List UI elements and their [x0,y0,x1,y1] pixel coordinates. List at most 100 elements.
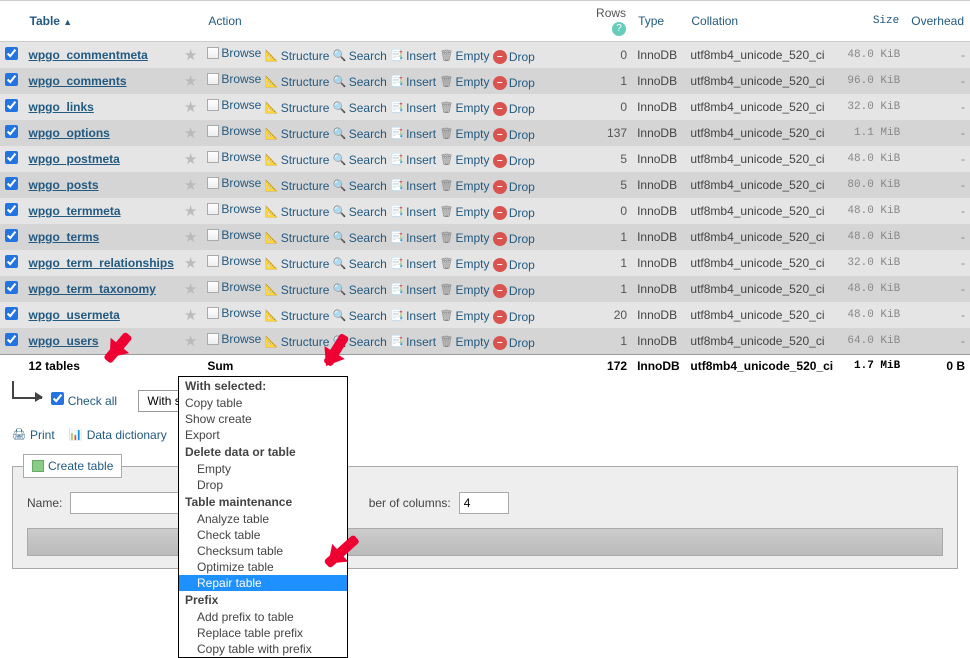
empty-action[interactable]: Empty [439,231,489,245]
browse-action[interactable]: Browse [207,124,261,138]
dropdown-replace-prefix[interactable]: Replace table prefix [179,625,347,641]
favorite-star-icon[interactable]: ★ [184,73,197,90]
drop-action[interactable]: Drop [493,76,535,90]
insert-action[interactable]: Insert [390,231,436,245]
header-size[interactable]: Size [841,1,905,42]
dropdown-empty[interactable]: Empty [179,461,347,477]
dropdown-copy-table[interactable]: Copy table [179,395,347,411]
table-name-link[interactable]: wpgo_postmeta [29,152,120,166]
structure-action[interactable]: Structure [265,179,330,193]
structure-action[interactable]: Structure [265,153,330,167]
structure-action[interactable]: Structure [265,49,330,63]
drop-action[interactable]: Drop [493,310,535,324]
row-checkbox[interactable] [5,73,18,86]
drop-action[interactable]: Drop [493,180,535,194]
dropdown-drop[interactable]: Drop [179,477,347,493]
insert-action[interactable]: Insert [390,49,436,63]
structure-action[interactable]: Structure [265,257,330,271]
table-name-link[interactable]: wpgo_users [29,334,99,348]
table-name-link[interactable]: wpgo_usermeta [29,308,120,322]
empty-action[interactable]: Empty [439,127,489,141]
drop-action[interactable]: Drop [493,232,535,246]
empty-action[interactable]: Empty [439,101,489,115]
browse-action[interactable]: Browse [207,150,261,164]
insert-action[interactable]: Insert [390,75,436,89]
insert-action[interactable]: Insert [390,283,436,297]
empty-action[interactable]: Empty [439,283,489,297]
favorite-star-icon[interactable]: ★ [184,281,197,298]
insert-action[interactable]: Insert [390,101,436,115]
dropdown-optimize[interactable]: Optimize table [179,559,347,575]
empty-action[interactable]: Empty [439,49,489,63]
create-table-legend[interactable]: Create table [23,454,122,478]
header-collation[interactable]: Collation [685,1,840,42]
search-action[interactable]: Search [333,309,387,323]
browse-action[interactable]: Browse [207,254,261,268]
empty-action[interactable]: Empty [439,153,489,167]
insert-action[interactable]: Insert [390,205,436,219]
favorite-star-icon[interactable]: ★ [184,99,197,116]
structure-action[interactable]: Structure [265,309,330,323]
row-checkbox[interactable] [5,333,18,346]
dropdown-add-prefix[interactable]: Add prefix to table [179,609,347,625]
insert-action[interactable]: Insert [390,257,436,271]
search-action[interactable]: Search [333,257,387,271]
browse-action[interactable]: Browse [207,46,261,60]
table-name-link[interactable]: wpgo_links [29,100,94,114]
row-checkbox[interactable] [5,229,18,242]
search-action[interactable]: Search [333,283,387,297]
search-action[interactable]: Search [333,49,387,63]
help-icon[interactable]: ? [612,22,626,36]
favorite-star-icon[interactable]: ★ [184,255,197,272]
structure-action[interactable]: Structure [265,335,330,349]
empty-action[interactable]: Empty [439,75,489,89]
insert-action[interactable]: Insert [390,127,436,141]
favorite-star-icon[interactable]: ★ [184,229,197,246]
favorite-star-icon[interactable]: ★ [184,125,197,142]
empty-action[interactable]: Empty [439,335,489,349]
favorite-star-icon[interactable]: ★ [184,307,197,324]
header-rows[interactable]: Rows? [583,1,632,42]
structure-action[interactable]: Structure [265,127,330,141]
search-action[interactable]: Search [333,101,387,115]
row-checkbox[interactable] [5,99,18,112]
table-name-link[interactable]: wpgo_terms [29,230,100,244]
structure-action[interactable]: Structure [265,205,330,219]
search-action[interactable]: Search [333,75,387,89]
search-action[interactable]: Search [333,335,387,349]
dropdown-repair[interactable]: Repair table [179,575,347,591]
browse-action[interactable]: Browse [207,306,261,320]
drop-action[interactable]: Drop [493,284,535,298]
row-checkbox[interactable] [5,177,18,190]
header-type[interactable]: Type [632,1,685,42]
search-action[interactable]: Search [333,179,387,193]
print-link[interactable]: Print [12,428,55,442]
table-name-link[interactable]: wpgo_termmeta [29,204,121,218]
search-action[interactable]: Search [333,205,387,219]
drop-action[interactable]: Drop [493,154,535,168]
insert-action[interactable]: Insert [390,179,436,193]
name-input[interactable] [70,492,185,514]
header-table[interactable]: Table ▲ [24,1,179,42]
favorite-star-icon[interactable]: ★ [184,177,197,194]
empty-action[interactable]: Empty [439,309,489,323]
drop-action[interactable]: Drop [493,258,535,272]
browse-action[interactable]: Browse [207,72,261,86]
search-action[interactable]: Search [333,153,387,167]
structure-action[interactable]: Structure [265,101,330,115]
empty-action[interactable]: Empty [439,179,489,193]
browse-action[interactable]: Browse [207,332,261,346]
dropdown-checksum[interactable]: Checksum table [179,543,347,559]
favorite-star-icon[interactable]: ★ [184,203,197,220]
drop-action[interactable]: Drop [493,206,535,220]
table-name-link[interactable]: wpgo_term_relationships [29,256,174,270]
search-action[interactable]: Search [333,231,387,245]
browse-action[interactable]: Browse [207,176,261,190]
check-all-checkbox[interactable] [51,392,64,405]
browse-action[interactable]: Browse [207,202,261,216]
row-checkbox[interactable] [5,125,18,138]
empty-action[interactable]: Empty [439,205,489,219]
table-name-link[interactable]: wpgo_comments [29,74,127,88]
empty-action[interactable]: Empty [439,257,489,271]
header-overhead[interactable]: Overhead [905,1,970,42]
